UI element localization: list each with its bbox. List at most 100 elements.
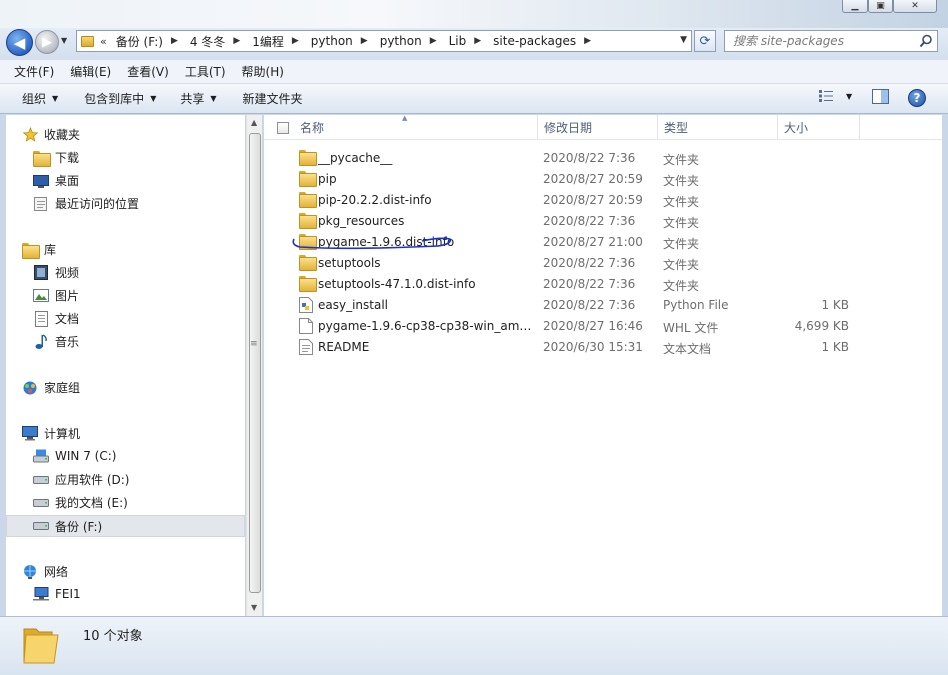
nav-music[interactable]: 音乐 (33, 333, 79, 350)
details-pane: 10 个对象 (0, 616, 948, 675)
nav-network[interactable]: 网络 (22, 563, 68, 580)
sort-ascending-icon: ▲ (402, 114, 408, 122)
video-icon (33, 265, 49, 281)
search-input[interactable] (725, 31, 905, 51)
nav-documents[interactable]: 文档 (33, 310, 79, 327)
nav-computer[interactable]: 计算机 (22, 425, 80, 442)
select-all-checkbox[interactable] (277, 122, 289, 134)
chevron-right-icon[interactable]: ▶ (470, 36, 489, 46)
address-bar[interactable]: « 备份 (F:) ▶ 4 冬冬 ▶ 1编程 ▶ python ▶ python ▶ Li… (76, 30, 692, 52)
column-type[interactable]: 类型 (658, 115, 778, 140)
scrollbar-thumb[interactable] (249, 133, 261, 593)
nav-homegroup[interactable]: 家庭组 (22, 379, 80, 396)
preview-pane-icon (872, 89, 889, 104)
include-in-library-button[interactable]: 包含到库中 ▼ (74, 90, 166, 107)
folder-icon (299, 192, 315, 208)
search-box[interactable] (724, 30, 938, 52)
new-folder-button[interactable]: 新建文件夹 (233, 90, 313, 107)
refresh-button[interactable]: ⟳ (694, 30, 716, 52)
back-button[interactable]: ◀ (6, 29, 33, 56)
menu-edit[interactable]: 编辑(E) (62, 63, 119, 80)
nav-drive-f[interactable]: 备份 (F:) (6, 515, 245, 537)
column-date[interactable]: 修改日期 (538, 115, 658, 140)
sidebar-scrollbar[interactable]: ▲ ≡ ▼ (246, 115, 262, 616)
nav-favorites[interactable]: 收藏夹 (22, 126, 80, 143)
file-row[interactable]: pip-20.2.2.dist-info 2020/8/27 20:59 文件夹 (264, 190, 942, 211)
nav-network-fei1[interactable]: FEI1 (33, 586, 81, 602)
system-drive-icon (33, 448, 49, 464)
preview-pane-button[interactable] (872, 89, 889, 104)
title-bar: ▁ ▣ ✕ (0, 0, 948, 28)
folder-icon (299, 276, 315, 292)
breadcrumb-item[interactable]: 4 冬冬 ▶ (186, 33, 248, 50)
file-row[interactable]: setuptools-47.1.0.dist-info 2020/8/22 7:… (264, 274, 942, 295)
file-row[interactable]: pkg_resources 2020/8/22 7:36 文件夹 (264, 211, 942, 232)
search-icon[interactable] (919, 34, 933, 48)
chevron-right-icon[interactable]: ▶ (357, 36, 376, 46)
menu-view[interactable]: 查看(V) (119, 63, 177, 80)
file-row[interactable]: pygame-1.9.6-cp38-cp38-win_amd... 2020/8… (264, 316, 942, 337)
computer-icon (22, 426, 38, 442)
menu-file[interactable]: 文件(F) (6, 63, 62, 80)
documents-icon (33, 310, 49, 327)
file-row[interactable]: pip 2020/8/27 20:59 文件夹 (264, 169, 942, 190)
file-row[interactable]: __pycache__ 2020/8/22 7:36 文件夹 (264, 148, 942, 169)
back-arrow-icon: ◀ (13, 33, 26, 52)
column-name[interactable]: 名称 (294, 115, 538, 140)
file-row[interactable]: README 2020/6/30 15:31 文本文档 1 KB (264, 337, 942, 358)
chevron-right-icon[interactable]: ▶ (288, 36, 307, 46)
close-button[interactable]: ✕ (893, 0, 937, 13)
maximize-icon: ▣ (876, 1, 885, 11)
folder-icon (299, 213, 315, 229)
caret-down-icon[interactable]: ▼ (846, 92, 852, 101)
chevron-right-icon[interactable]: ▶ (167, 36, 186, 46)
desktop-icon (33, 173, 49, 189)
recent-places-icon (33, 196, 49, 212)
text-file-icon (299, 339, 315, 355)
menu-help[interactable]: 帮助(H) (234, 63, 292, 80)
file-row[interactable]: easy_install 2020/8/22 7:36 Python File … (264, 295, 942, 316)
address-dropdown-icon[interactable]: ▼ (680, 35, 687, 45)
python-file-icon (299, 297, 315, 313)
menu-tools[interactable]: 工具(T) (177, 63, 234, 80)
column-size[interactable]: 大小 (778, 115, 860, 140)
nav-desktop[interactable]: 桌面 (33, 172, 79, 189)
breadcrumb-item[interactable]: 1编程 ▶ (248, 33, 307, 50)
nav-downloads[interactable]: 下载 (33, 149, 79, 167)
file-row[interactable]: pygame-1.9.6.dist-info 2020/8/27 21:00 文… (264, 232, 942, 253)
nav-drive-e[interactable]: 我的文档 (E:) (33, 494, 128, 511)
chevron-right-icon[interactable]: ▶ (426, 36, 445, 46)
scroll-down-icon[interactable]: ▼ (251, 603, 257, 612)
maximize-button[interactable]: ▣ (868, 0, 893, 13)
breadcrumb-item[interactable]: site-packages ▶ (489, 34, 599, 48)
caret-down-icon: ▼ (150, 94, 157, 103)
nav-pictures[interactable]: 图片 (33, 287, 79, 304)
downloads-folder-icon (33, 150, 51, 167)
chevron-right-icon[interactable]: ▶ (229, 36, 248, 46)
chevron-right-icon[interactable]: ▶ (580, 36, 599, 46)
recent-pages-dropdown[interactable]: ▼ (61, 36, 67, 45)
library-icon (22, 242, 40, 259)
breadcrumb-item[interactable]: python ▶ (376, 34, 445, 48)
nav-videos[interactable]: 视频 (33, 264, 79, 281)
organize-button[interactable]: 组织 ▼ (12, 90, 68, 107)
scroll-up-icon[interactable]: ▲ (251, 118, 257, 127)
breadcrumb-item[interactable]: python ▶ (307, 34, 376, 48)
view-list-icon (819, 90, 833, 102)
address-overflow-chevron[interactable]: « (98, 35, 112, 48)
forward-button[interactable]: ▶ (35, 30, 59, 54)
breadcrumb-item[interactable]: Lib ▶ (445, 34, 490, 48)
nav-drive-c[interactable]: WIN 7 (C:) (33, 448, 116, 464)
file-row[interactable]: setuptools 2020/8/22 7:36 文件夹 (264, 253, 942, 274)
breadcrumb-item[interactable]: 备份 (F:) ▶ (112, 33, 186, 50)
navigation-bar: ◀ ▶ ▼ « 备份 (F:) ▶ 4 冬冬 ▶ 1编程 ▶ python ▶ pyth… (0, 28, 948, 60)
close-icon: ✕ (911, 1, 919, 11)
change-view-button[interactable]: ▼ (818, 89, 852, 103)
nav-recent-places[interactable]: 最近访问的位置 (33, 195, 139, 212)
column-header: 名称 ▲ 修改日期 类型 大小 (264, 114, 942, 140)
help-icon[interactable]: ? (908, 89, 926, 107)
minimize-button[interactable]: ▁ (842, 0, 868, 13)
share-button[interactable]: 共享 ▼ (170, 90, 226, 107)
nav-libraries[interactable]: 库 (22, 241, 56, 259)
nav-drive-d[interactable]: 应用软件 (D:) (33, 471, 129, 488)
